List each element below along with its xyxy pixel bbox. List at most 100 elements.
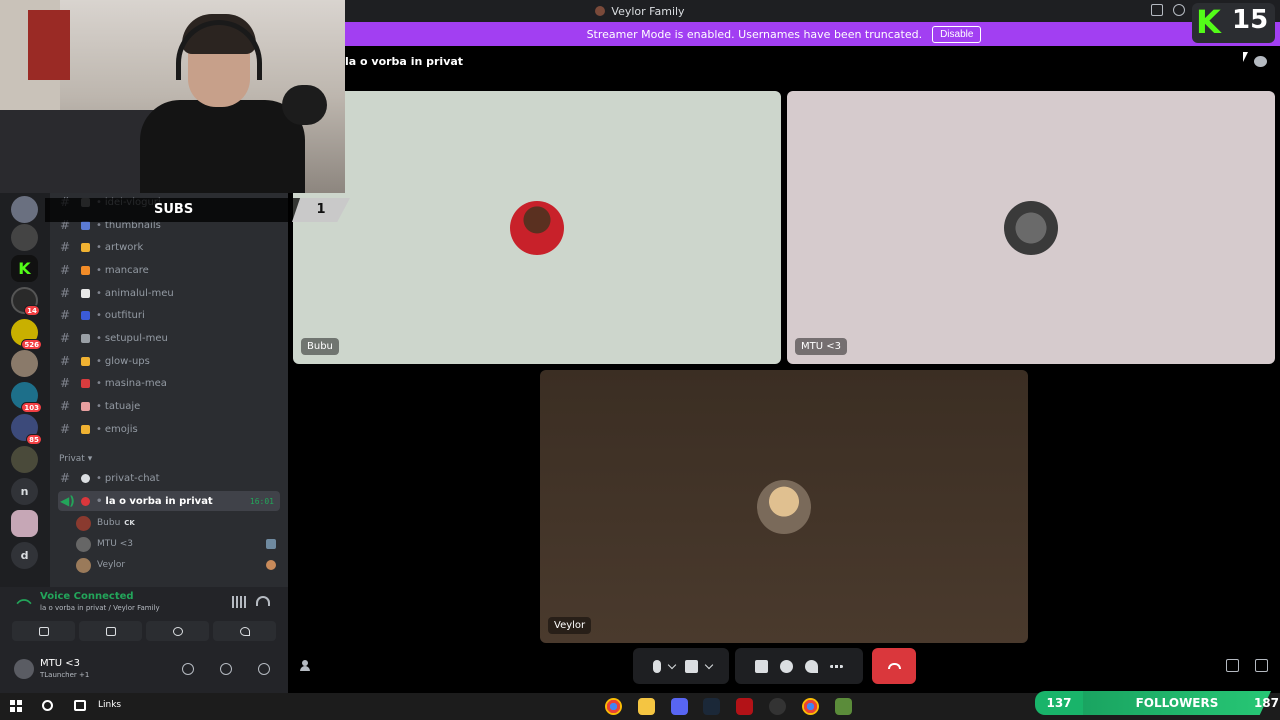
channel-item[interactable]: # • animalul-meu <box>58 283 280 303</box>
obs-icon[interactable] <box>769 698 786 715</box>
activities-icon[interactable] <box>780 659 793 673</box>
file-explorer-icon[interactable] <box>638 698 655 715</box>
chat-bubble-icon: # <box>60 471 71 485</box>
channel-item[interactable]: # • outfituri <box>58 305 280 325</box>
avatar <box>76 557 91 573</box>
video-editor-icon[interactable] <box>736 698 753 715</box>
kick-viewer-counter: K 15 <box>1192 3 1275 43</box>
screen-share-icon[interactable] <box>755 659 768 673</box>
server-item-n[interactable]: n <box>11 478 38 505</box>
invite-icon[interactable] <box>300 660 314 672</box>
participant-tile[interactable]: Bubu <box>293 91 781 364</box>
voice-location[interactable]: la o vorba in privat / Veylor Family <box>40 604 160 612</box>
microphone-icon[interactable] <box>652 659 661 673</box>
activities-icon <box>172 626 183 636</box>
settings-icon[interactable] <box>258 663 270 675</box>
activity-icon <box>266 560 276 570</box>
user-name[interactable]: MTU <3 <box>40 658 80 669</box>
avatar <box>510 201 564 255</box>
disconnect-button[interactable] <box>872 648 916 684</box>
soundboard-button[interactable] <box>213 621 276 641</box>
hash-icon: # <box>60 376 71 390</box>
disconnect-icon[interactable] <box>256 596 270 606</box>
voice-status[interactable]: Voice Connected <box>40 591 134 602</box>
channel-name: tatuaje <box>104 400 141 412</box>
task-view-icon[interactable] <box>74 700 86 711</box>
server-item[interactable]: 85 <box>11 414 42 445</box>
voice-user[interactable]: Veylor <box>76 556 276 574</box>
voice-user-name: Bubu <box>97 518 121 528</box>
chrome-icon[interactable] <box>605 698 622 715</box>
user-area: MTU <3 TLauncher +1 <box>12 657 280 687</box>
server-item[interactable]: 103 <box>11 382 42 413</box>
channel-item[interactable]: # • glow-ups <box>58 351 280 371</box>
noise-suppression-icon[interactable] <box>232 596 246 608</box>
signal-icon[interactable] <box>16 595 32 611</box>
channel-dot: • <box>96 355 102 367</box>
channel-item[interactable]: # • artwork <box>58 237 280 257</box>
links-toolbar[interactable]: Links <box>98 700 121 710</box>
more-icon[interactable] <box>830 664 843 668</box>
server-item[interactable] <box>11 446 38 473</box>
server-item[interactable]: 14 <box>11 287 40 316</box>
webcam-person-body <box>140 100 305 193</box>
pop-out-icon[interactable] <box>1226 659 1239 672</box>
voice-user[interactable]: Bubu CK <box>76 514 276 532</box>
channel-item[interactable]: # • tatuaje <box>58 396 280 416</box>
avatar <box>76 515 91 531</box>
channel-item[interactable]: # • masina-mea <box>58 373 280 393</box>
channel-item[interactable]: # • emojis <box>58 419 280 439</box>
soundboard-icon[interactable] <box>805 659 818 673</box>
server-item[interactable] <box>11 224 38 251</box>
voice-channel-active[interactable]: ◀) • la o vorba in privat 16:01 <box>58 491 280 511</box>
channel-dot: • <box>96 472 102 484</box>
category-privat[interactable]: Privat ▾ <box>59 454 92 464</box>
camera-button[interactable] <box>12 621 75 641</box>
help-icon[interactable] <box>1173 4 1185 16</box>
channel-item[interactable]: # • mancare <box>58 260 280 280</box>
followers-label: FOLLOWERS <box>1083 691 1271 715</box>
activities-button[interactable] <box>146 621 209 641</box>
kick-logo-icon: K <box>1196 3 1221 41</box>
participant-tile[interactable]: MTU <3 <box>787 91 1275 364</box>
subs-count: 1 <box>292 198 350 222</box>
voice-user[interactable]: MTU <3 <box>76 535 276 553</box>
server-icon <box>595 6 606 16</box>
kick-count: 15 <box>1232 5 1269 35</box>
channel-name: glow-ups <box>104 355 150 367</box>
chevron-down-icon[interactable] <box>704 660 713 669</box>
chrome-icon[interactable] <box>802 698 819 715</box>
headphones-icon[interactable] <box>220 663 232 675</box>
inbox-icon[interactable] <box>1151 4 1163 16</box>
avatar <box>76 536 91 552</box>
search-icon[interactable] <box>42 700 53 711</box>
screen-share-button[interactable] <box>79 621 142 641</box>
participant-tile[interactable]: Veylor <box>540 370 1028 643</box>
server-item[interactable]: 526 <box>11 319 42 350</box>
channel-emoji-icon <box>81 242 90 252</box>
steam-icon[interactable] <box>703 698 720 715</box>
minecraft-icon[interactable] <box>835 698 852 715</box>
server-item[interactable] <box>11 350 38 377</box>
server-item-d[interactable]: d <box>11 542 38 569</box>
server-item-kick[interactable]: K <box>11 255 38 282</box>
server-item[interactable] <box>11 510 38 537</box>
unread-badge: 526 <box>21 339 42 350</box>
channel-dot: • <box>96 264 102 276</box>
disable-streamer-mode-button[interactable]: Disable <box>932 25 982 43</box>
channel-emoji-icon <box>81 378 90 388</box>
channel-item[interactable]: # • setupul-meu <box>58 328 280 348</box>
activity-icon <box>266 539 276 549</box>
avatar[interactable] <box>14 659 34 679</box>
channel-name: privat-chat <box>104 472 160 484</box>
microphone-icon[interactable] <box>182 663 194 675</box>
chat-icon[interactable] <box>1254 56 1267 67</box>
chevron-down-icon[interactable] <box>667 660 676 669</box>
channel-dot: • <box>96 423 102 435</box>
camera-off-icon[interactable] <box>684 659 698 673</box>
fullscreen-icon[interactable] <box>1255 659 1268 672</box>
discord-taskbar-icon[interactable] <box>671 698 688 715</box>
channel-item-privat-chat[interactable]: # • privat-chat <box>58 468 280 488</box>
hash-icon: # <box>60 354 71 368</box>
call-actions <box>735 648 863 684</box>
